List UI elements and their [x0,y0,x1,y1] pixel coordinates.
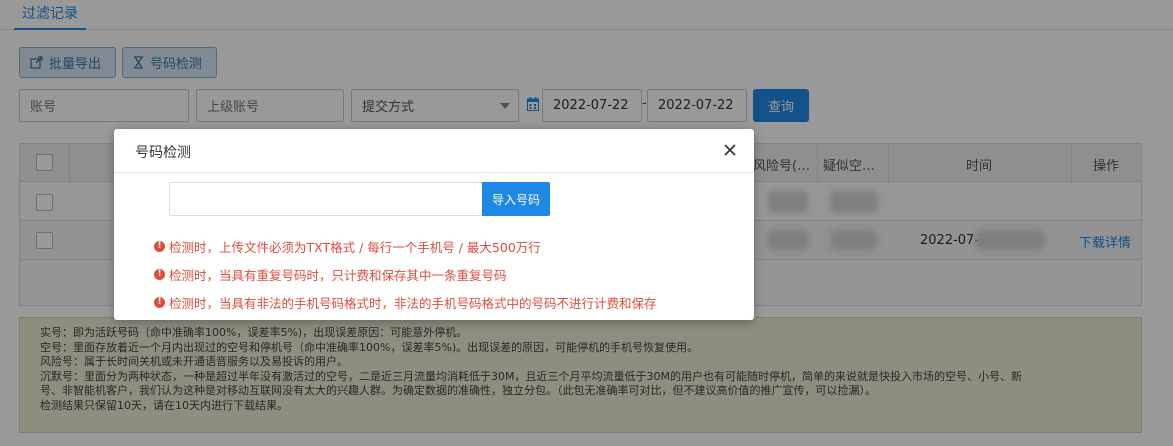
exclamation-icon: ! [154,297,165,308]
phone-number-input[interactable] [169,182,483,216]
tip-item: ! 检测时，上传文件必须为TXT格式 / 每行一个手机号 / 最大500万行 [154,237,541,256]
tip-item: ! 检测时，当具有非法的手机号码格式时，非法的手机号码格式中的号码不进行计费和保… [154,293,657,312]
dialog-divider [114,172,754,173]
tip-text: 检测时，当具有重复号码时，只计费和保存其中一条重复号码 [169,268,507,283]
close-icon[interactable] [722,142,738,158]
exclamation-icon: ! [154,241,165,252]
exclamation-icon: ! [154,269,165,280]
import-numbers-button[interactable]: 导入号码 [482,182,550,216]
number-check-dialog: 号码检测 导入号码 ! 检测时，上传文件必须为TXT格式 / 每行一个手机号 /… [114,129,754,320]
tip-text: 检测时，当具有非法的手机号码格式时，非法的手机号码格式中的号码不进行计费和保存 [169,296,657,311]
tip-text: 检测时，上传文件必须为TXT格式 / 每行一个手机号 / 最大500万行 [169,240,541,255]
dialog-title: 号码检测 [135,145,191,161]
tip-item: ! 检测时，当具有重复号码时，只计费和保存其中一条重复号码 [154,265,507,284]
